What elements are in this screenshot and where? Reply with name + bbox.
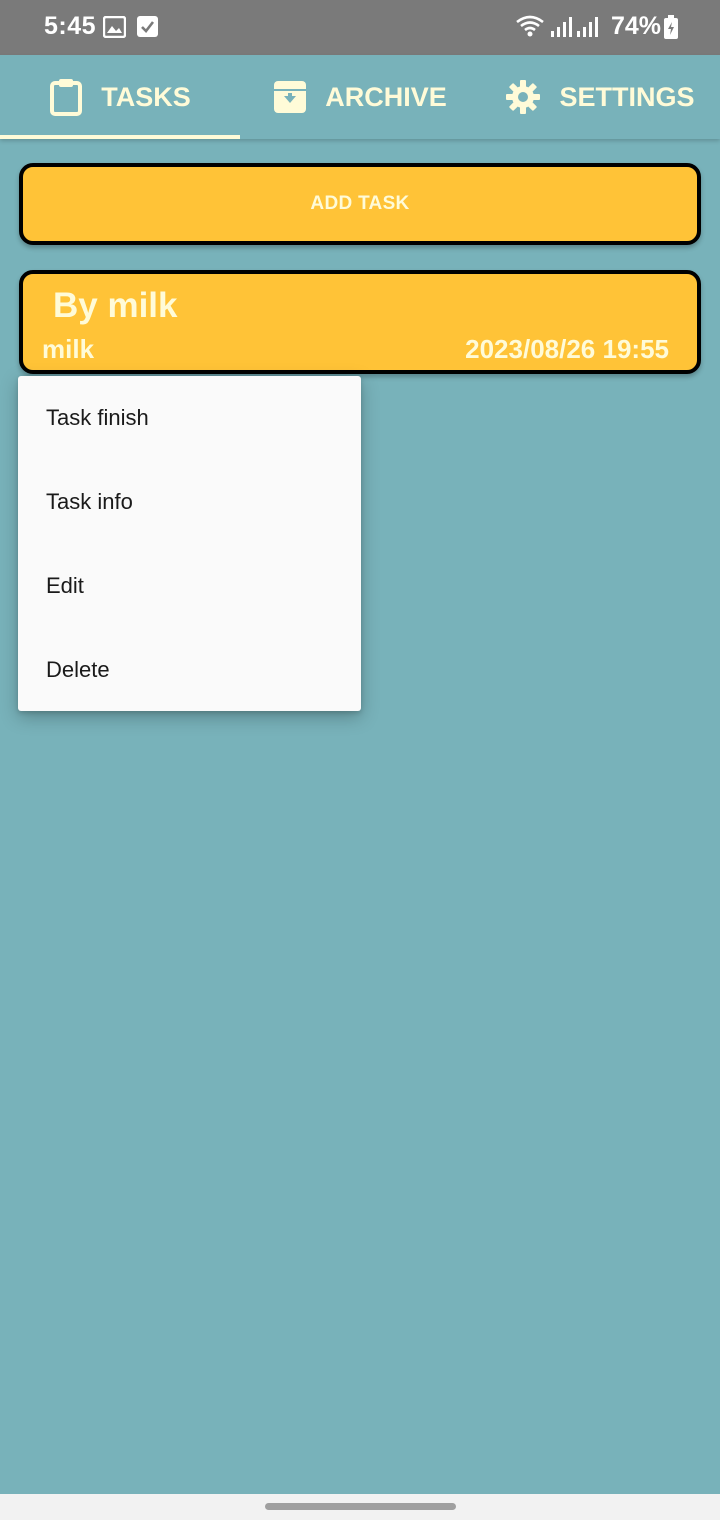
menu-item-task-info[interactable]: Task info <box>18 460 361 544</box>
image-icon <box>102 15 127 43</box>
tab-archive[interactable]: ARCHIVE <box>240 55 480 139</box>
system-nav-bar <box>0 1494 720 1520</box>
signal-icon <box>576 16 598 43</box>
tab-settings[interactable]: SETTINGS <box>480 55 720 139</box>
status-time: 5:45 <box>44 12 97 40</box>
signal-icon <box>550 16 572 43</box>
wifi-icon <box>515 14 545 43</box>
menu-item-task-finish[interactable]: Task finish <box>18 376 361 460</box>
tab-settings-label: SETTINGS <box>559 81 695 112</box>
menu-item-edit[interactable]: Edit <box>18 544 361 628</box>
battery-icon <box>664 15 678 44</box>
task-datetime: 2023/08/26 19:55 <box>465 334 669 364</box>
add-task-button[interactable]: ADD TASK <box>19 163 701 245</box>
task-context-menu: Task finish Task info Edit Delete <box>18 376 361 711</box>
home-gesture-handle[interactable] <box>265 1503 456 1510</box>
archive-icon <box>273 80 307 114</box>
checkbox-icon <box>137 16 158 42</box>
task-title: By milk <box>53 286 178 325</box>
task-note: milk <box>42 334 95 364</box>
tab-tasks[interactable]: TASKS <box>0 55 240 139</box>
battery-percent: 74% <box>611 12 662 40</box>
status-bar: 5:45 74% <box>0 0 720 55</box>
tab-selected-indicator <box>0 135 240 139</box>
task-card[interactable]: By milk milk 2023/08/26 19:55 <box>19 270 701 374</box>
gear-icon <box>505 79 541 115</box>
tab-tasks-label: TASKS <box>101 81 191 112</box>
tab-bar: TASKS ARCHIVE SETTINGS <box>0 55 720 139</box>
clipboard-icon <box>49 78 83 116</box>
menu-item-delete[interactable]: Delete <box>18 628 361 712</box>
tab-archive-label: ARCHIVE <box>325 81 447 112</box>
